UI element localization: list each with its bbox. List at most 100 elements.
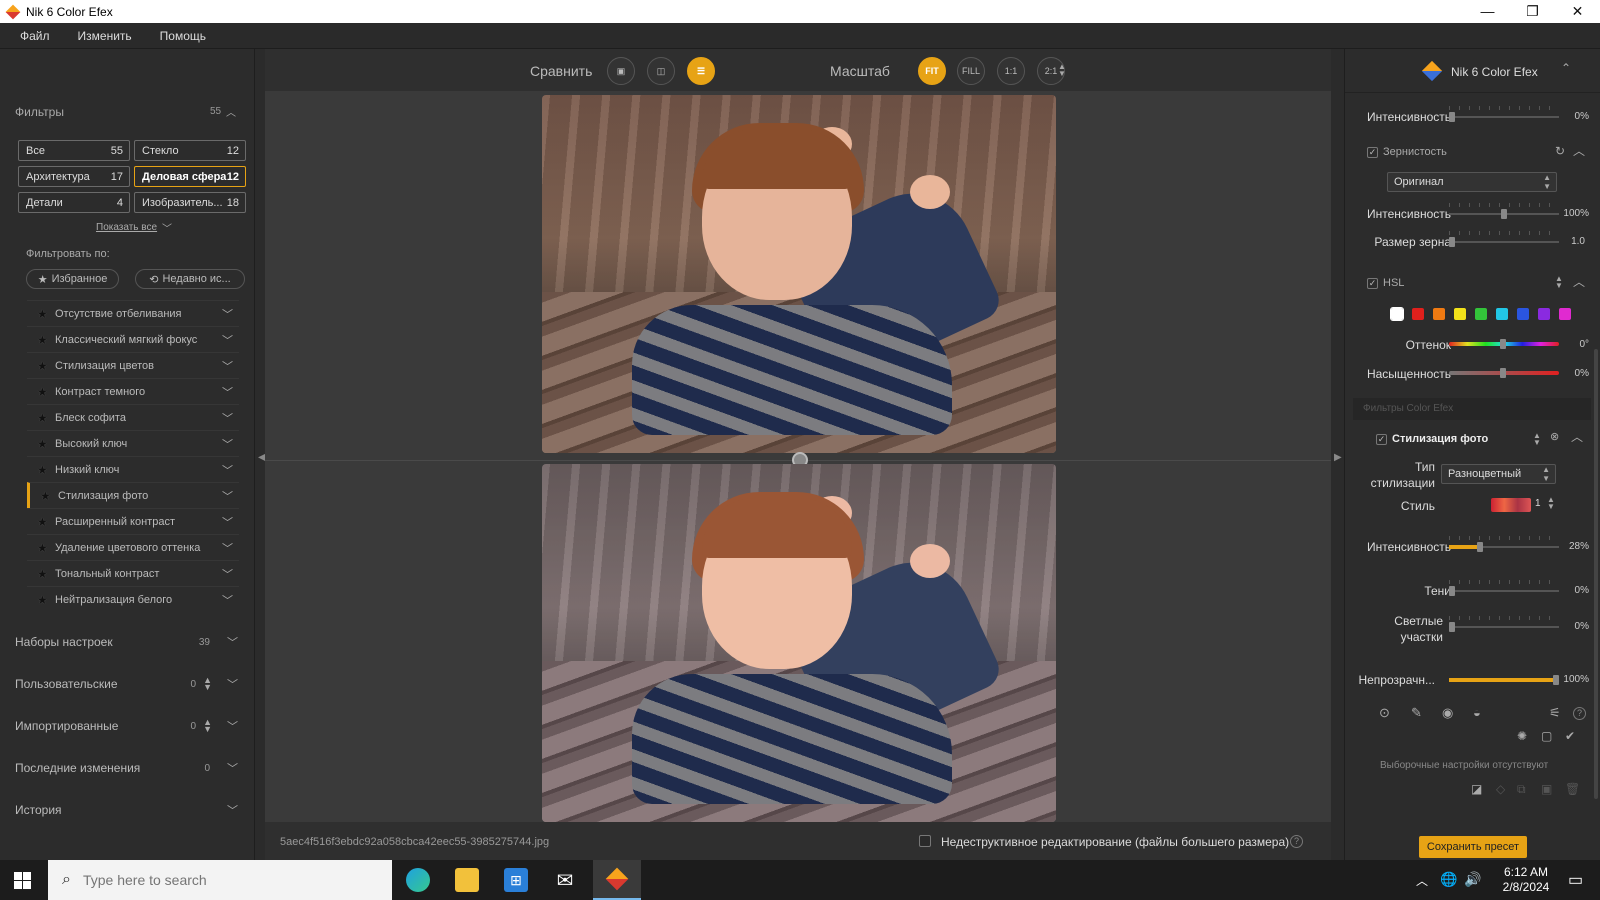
collapse-panel-icon[interactable]: ⌃	[1561, 61, 1571, 75]
collapse-icon[interactable]: ︿	[1571, 428, 1583, 445]
star-icon[interactable]: ★	[37, 385, 49, 399]
search-input[interactable]	[82, 872, 363, 888]
chevron-down-icon[interactable]: ﹀	[222, 358, 233, 374]
category-details[interactable]: Детали 4	[18, 192, 130, 213]
saturation-thumb[interactable]	[1500, 368, 1506, 378]
compare-single-icon[interactable]: ▣	[607, 57, 635, 85]
remove-filter-icon[interactable]: ⊗	[1550, 430, 1559, 443]
mail-icon[interactable]: ✉	[553, 868, 577, 892]
help-icon[interactable]: ?	[1290, 835, 1303, 848]
filter-item[interactable]: ★ Высокий ключ ﹀	[27, 430, 239, 456]
zoom-1-1-button[interactable]: 1:1	[997, 57, 1025, 85]
hsl-swatch-magenta[interactable]	[1559, 308, 1571, 320]
filter-item[interactable]: ★ Удаление цветового оттенка ﹀	[27, 534, 239, 560]
hsl-swatch-orange[interactable]	[1433, 308, 1445, 320]
collapse-icon[interactable]: ︿	[226, 104, 236, 119]
notifications-icon[interactable]: ▭	[1568, 870, 1583, 890]
collapse-right-icon[interactable]: ▶	[1334, 452, 1342, 463]
group-history[interactable]: История ﹀	[15, 800, 240, 820]
hsl-swatch-blue[interactable]	[1517, 308, 1529, 320]
save-preset-button[interactable]: Сохранить пресет	[1419, 836, 1527, 858]
category-all[interactable]: Все 55	[18, 140, 130, 161]
chevron-down-icon[interactable]: ﹀	[222, 514, 233, 530]
system-clock[interactable]: 6:12 AM 2/8/2024	[1494, 865, 1558, 895]
photo-style-checkbox[interactable]: ✓	[1376, 434, 1387, 445]
style-preview-swatch[interactable]	[1491, 498, 1531, 512]
restore-button[interactable]: ❐	[1510, 0, 1555, 23]
filter-item[interactable]: ★ Нейтрализация белого ﹀	[27, 586, 239, 612]
menu-edit[interactable]: Изменить	[78, 29, 132, 43]
star-icon[interactable]: ★	[37, 463, 49, 477]
hsl-swatch-cyan[interactable]	[1496, 308, 1508, 320]
sort-icon[interactable]: ▲ ▼	[203, 718, 212, 734]
filter-item[interactable]: ★ Тональный контраст ﹀	[27, 560, 239, 586]
star-icon[interactable]: ★	[37, 437, 49, 451]
star-icon[interactable]: ★	[37, 593, 49, 607]
eye-icon[interactable]: ◉	[1442, 705, 1453, 721]
zoom-fit-button[interactable]: FIT	[918, 57, 946, 85]
network-icon[interactable]: 🌐	[1440, 871, 1457, 888]
export-icon[interactable]: ◪	[1471, 782, 1482, 796]
filter-item[interactable]: ★ Отсутствие отбеливания ﹀	[27, 300, 239, 326]
filter-item[interactable]: ★ Классический мягкий фокус ﹀	[27, 326, 239, 352]
chevron-down-icon[interactable]: ﹀	[227, 760, 238, 776]
reorder-icon[interactable]: ▲ ▼	[1533, 432, 1541, 447]
chevron-down-icon[interactable]: ﹀	[222, 306, 233, 322]
volume-icon[interactable]: 🔊	[1464, 871, 1481, 888]
group-presets[interactable]: Наборы настроек 39 ﹀	[15, 632, 240, 652]
menu-help[interactable]: Помощь	[160, 29, 206, 43]
panel-scrollbar[interactable]	[1594, 349, 1598, 799]
style-stepper-icon[interactable]: ▲ ▼	[1547, 496, 1555, 511]
store-icon[interactable]: ⊞	[504, 868, 528, 892]
star-icon[interactable]: ★	[37, 333, 49, 347]
collapse-icon[interactable]: ︿	[1573, 273, 1585, 290]
filter-item-selected[interactable]: ★ Стилизация фото ﹀	[27, 482, 239, 508]
chevron-down-icon[interactable]: ﹀	[222, 436, 233, 452]
category-architecture[interactable]: Архитектура 17	[18, 166, 130, 187]
star-icon[interactable]: ★	[37, 411, 49, 425]
chevron-down-icon[interactable]: ﹀	[222, 540, 233, 556]
settings-icon[interactable]: ⚟	[1549, 705, 1561, 721]
grain-checkbox[interactable]: ✓	[1367, 147, 1378, 158]
star-icon[interactable]: ★	[37, 515, 49, 529]
close-button[interactable]: ✕	[1555, 0, 1600, 23]
sort-icon[interactable]: ▲ ▼	[203, 676, 212, 692]
group-user[interactable]: Пользовательские 0 ▲ ▼ ﹀	[15, 674, 240, 694]
hsl-swatch-green[interactable]	[1475, 308, 1487, 320]
taskbar-search[interactable]: ⌕	[48, 860, 392, 900]
chevron-down-icon[interactable]: ﹀	[222, 410, 233, 426]
chevron-down-icon[interactable]: ﹀	[227, 676, 238, 692]
chevron-down-icon[interactable]: ﹀	[222, 332, 233, 348]
compare-stacked-icon[interactable]: ☰	[687, 57, 715, 85]
nik-taskbar-item[interactable]	[593, 860, 641, 900]
edge-icon[interactable]	[406, 868, 430, 892]
star-icon[interactable]: ★	[37, 359, 49, 373]
show-all-link[interactable]: Показать все	[96, 222, 157, 233]
nondestructive-checkbox[interactable]	[919, 835, 931, 847]
shadows-slider[interactable]	[1449, 580, 1559, 596]
chevron-down-icon[interactable]: ﹀	[222, 566, 233, 582]
reorder-icon[interactable]: ▲ ▼	[1555, 275, 1563, 290]
filter-item[interactable]: ★ Стилизация цветов ﹀	[27, 352, 239, 378]
reset-icon[interactable]: ↻	[1555, 144, 1565, 158]
chevron-down-icon[interactable]: ﹀	[227, 718, 238, 734]
chevron-down-icon[interactable]: ﹀	[222, 462, 233, 478]
favorites-pill[interactable]: ★ Избранное	[26, 269, 119, 289]
hsl-swatch-white[interactable]	[1390, 307, 1404, 321]
category-fine-art[interactable]: Изобразитель... 18	[134, 192, 246, 213]
brush-icon[interactable]: ✎	[1411, 705, 1422, 721]
square-icon[interactable]: ▢	[1541, 729, 1552, 743]
grain-mode-select[interactable]: Оригинал ▲ ▼	[1387, 172, 1557, 192]
file-explorer-icon[interactable]	[455, 868, 479, 892]
star-icon[interactable]: ★	[37, 307, 49, 321]
filter-item[interactable]: ★ Расширенный контраст ﹀	[27, 508, 239, 534]
zoom-stepper-icon[interactable]: ▲ ▼	[1058, 63, 1066, 78]
category-glass[interactable]: Стекло 12	[134, 140, 246, 161]
hsl-swatch-red[interactable]	[1412, 308, 1424, 320]
grain-size-slider[interactable]	[1449, 231, 1559, 247]
recent-pill[interactable]: ⟲ Недавно ис...	[135, 269, 245, 289]
chevron-down-icon[interactable]: ﹀	[222, 592, 233, 608]
tray-chevron-icon[interactable]: ︿	[1416, 872, 1428, 889]
mask-icon[interactable]: ◒	[1473, 705, 1481, 720]
chevron-down-icon[interactable]: ﹀	[227, 634, 238, 650]
